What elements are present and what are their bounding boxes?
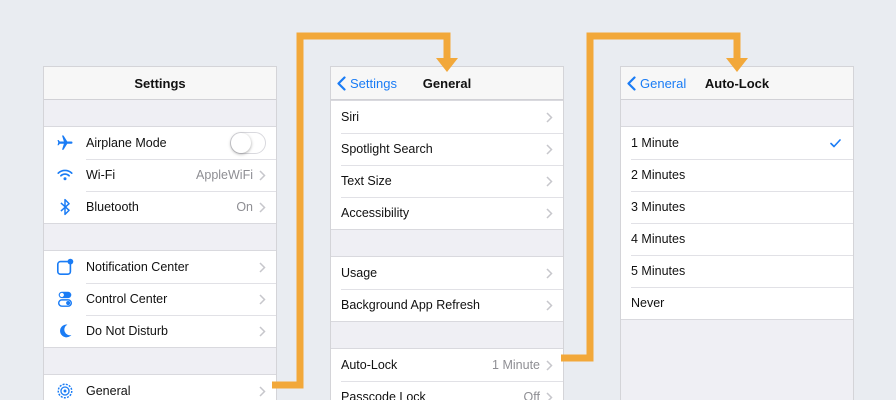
auto-lock-option-4-minutes[interactable]: 4 Minutes	[621, 223, 853, 255]
general-row-passcode-lock[interactable]: Passcode Lock Off	[331, 381, 563, 400]
general-group-2: Usage Background App Refresh	[331, 256, 563, 322]
general-label: General	[86, 384, 131, 398]
toggle-knob	[231, 133, 251, 153]
option-label: 5 Minutes	[631, 264, 686, 278]
accessibility-label: Accessibility	[341, 206, 410, 220]
settings-row-general[interactable]: General	[44, 375, 276, 400]
settings-row-wifi[interactable]: Wi-Fi AppleWiFi	[44, 159, 276, 191]
chevron-right-icon	[259, 325, 266, 337]
airplane-icon	[55, 133, 75, 153]
settings-row-bluetooth[interactable]: Bluetooth On	[44, 191, 276, 223]
general-row-auto-lock[interactable]: Auto-Lock 1 Minute	[331, 349, 563, 381]
spotlight-search-label: Spotlight Search	[341, 142, 433, 156]
option-label: 4 Minutes	[631, 232, 686, 246]
passcode-lock-label: Passcode Lock	[341, 390, 426, 400]
auto-lock-label: Auto-Lock	[341, 358, 398, 372]
chevron-right-icon	[546, 143, 553, 155]
control-center-icon	[55, 289, 75, 309]
bluetooth-icon	[55, 197, 75, 217]
chevron-left-icon	[337, 76, 346, 91]
gear-icon	[55, 381, 75, 400]
wifi-icon	[55, 165, 75, 185]
chevron-right-icon	[259, 261, 266, 273]
settings-row-airplane-mode[interactable]: Airplane Mode	[44, 127, 276, 159]
chevron-right-icon	[546, 391, 553, 400]
back-button-general[interactable]: General	[627, 67, 686, 100]
wifi-label: Wi-Fi	[86, 168, 116, 182]
passcode-lock-value: Off	[523, 390, 540, 400]
chevron-right-icon	[546, 299, 553, 311]
notification-center-icon	[55, 257, 75, 277]
settings-row-do-not-disturb[interactable]: Do Not Disturb	[44, 315, 276, 347]
text-size-label: Text Size	[341, 174, 392, 188]
general-row-background-app-refresh[interactable]: Background App Refresh	[331, 289, 563, 321]
chevron-right-icon	[259, 293, 266, 305]
option-label: 1 Minute	[631, 136, 679, 150]
auto-lock-options: 1 Minute 2 Minutes 3 Minutes 4 Minutes 5…	[621, 126, 853, 320]
settings-group-notifications: Notification Center Control Center Do No…	[44, 250, 276, 348]
general-group-3: Auto-Lock 1 Minute Passcode Lock Off	[331, 348, 563, 400]
chevron-right-icon	[546, 207, 553, 219]
settings-group-connectivity: Airplane Mode Wi-Fi AppleWiFi Bluetooth …	[44, 126, 276, 224]
settings-navbar: Settings	[44, 67, 276, 100]
auto-lock-value: 1 Minute	[492, 358, 540, 372]
control-center-label: Control Center	[86, 292, 168, 306]
do-not-disturb-label: Do Not Disturb	[86, 324, 168, 338]
general-row-text-size[interactable]: Text Size	[331, 165, 563, 197]
option-label: 2 Minutes	[631, 168, 686, 182]
auto-lock-option-1-minute[interactable]: 1 Minute	[621, 127, 853, 159]
settings-row-control-center[interactable]: Control Center	[44, 283, 276, 315]
chevron-left-icon	[627, 76, 636, 91]
general-row-usage[interactable]: Usage	[331, 257, 563, 289]
back-button-settings[interactable]: Settings	[337, 67, 397, 100]
notification-center-label: Notification Center	[86, 260, 189, 274]
settings-group-general: General	[44, 374, 276, 400]
settings-row-notification-center[interactable]: Notification Center	[44, 251, 276, 283]
chevron-right-icon	[259, 169, 266, 181]
chevron-right-icon	[259, 201, 266, 213]
back-label: General	[640, 76, 687, 91]
chevron-right-icon	[546, 175, 553, 187]
general-navbar: General Settings	[331, 67, 563, 100]
bluetooth-value: On	[236, 200, 253, 214]
auto-lock-option-never[interactable]: Never	[621, 287, 853, 319]
siri-label: Siri	[341, 110, 360, 124]
wifi-value: AppleWiFi	[196, 168, 253, 182]
auto-lock-option-5-minutes[interactable]: 5 Minutes	[621, 255, 853, 287]
bluetooth-label: Bluetooth	[86, 200, 139, 214]
background-app-refresh-label: Background App Refresh	[341, 298, 480, 312]
auto-lock-navbar: Auto-Lock General	[621, 67, 853, 100]
option-label: Never	[631, 296, 665, 310]
auto-lock-panel: Auto-Lock General 1 Minute 2 Minutes 3 M…	[620, 66, 854, 400]
chevron-right-icon	[546, 359, 553, 371]
chevron-right-icon	[546, 111, 553, 123]
back-label: Settings	[350, 76, 397, 91]
general-panel: General Settings Siri Spotlight Search T…	[330, 66, 564, 400]
chevron-right-icon	[259, 385, 266, 397]
settings-title: Settings	[134, 76, 186, 91]
option-label: 3 Minutes	[631, 200, 686, 214]
airplane-mode-label: Airplane Mode	[86, 136, 167, 150]
auto-lock-option-3-minutes[interactable]: 3 Minutes	[621, 191, 853, 223]
general-row-accessibility[interactable]: Accessibility	[331, 197, 563, 229]
moon-icon	[55, 321, 75, 341]
usage-label: Usage	[341, 266, 378, 280]
general-row-spotlight-search[interactable]: Spotlight Search	[331, 133, 563, 165]
general-row-siri[interactable]: Siri	[331, 101, 563, 133]
auto-lock-option-2-minutes[interactable]: 2 Minutes	[621, 159, 853, 191]
airplane-mode-toggle[interactable]	[230, 132, 266, 154]
general-group-1: Siri Spotlight Search Text Size Accessib…	[331, 100, 563, 230]
settings-panel: Settings Airplane Mode Wi-Fi AppleWiFi B…	[43, 66, 277, 400]
chevron-right-icon	[546, 267, 553, 279]
checkmark-icon	[830, 138, 841, 147]
